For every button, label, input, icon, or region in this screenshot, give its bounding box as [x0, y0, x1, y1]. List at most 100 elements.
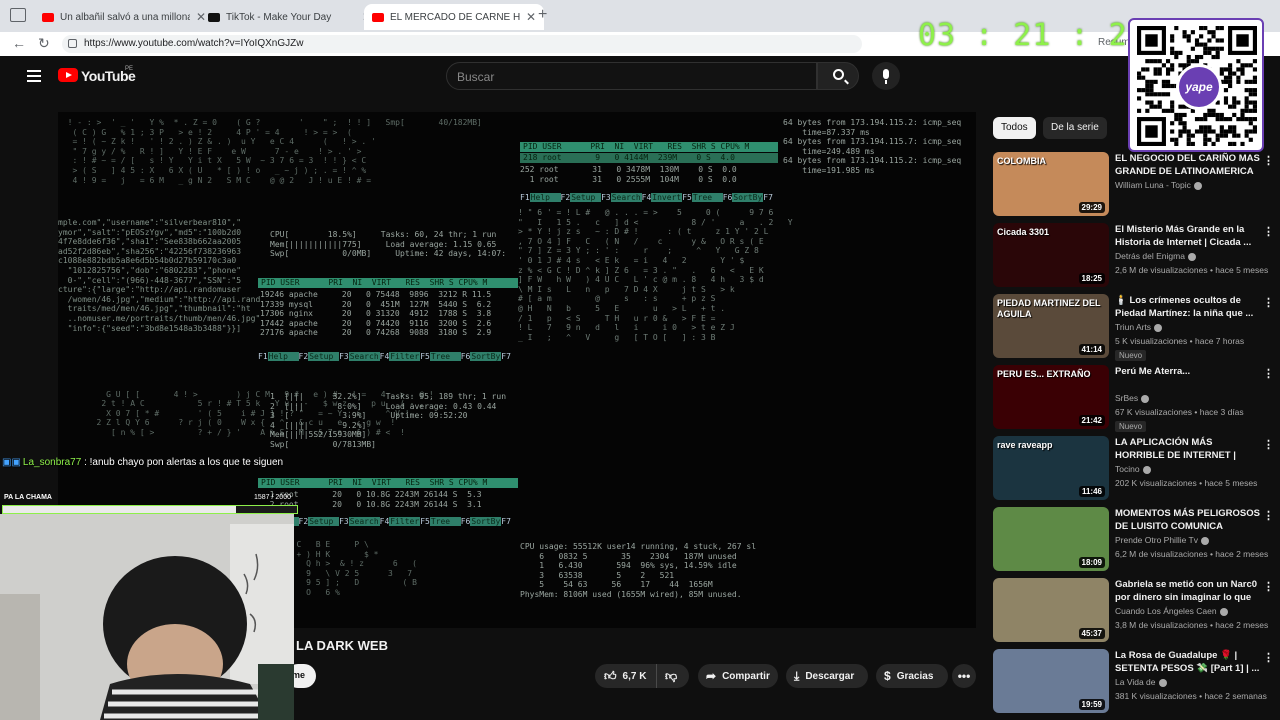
tab-list-icon[interactable] [10, 8, 26, 22]
recommendation-channel[interactable]: Triun Arts [1115, 322, 1163, 332]
share-button[interactable]: ➦ Compartir [698, 664, 778, 688]
new-badge: Nuevo [1115, 421, 1147, 432]
yape-logo: yape [1176, 64, 1222, 110]
chat-badge-icon: ▣▣ [2, 457, 21, 468]
verified-icon [1154, 323, 1163, 332]
video-thumbnail[interactable]: 19:59 [993, 649, 1109, 713]
more-options-icon[interactable]: ⋮ [1263, 367, 1274, 380]
htop-header-text: 1 [||| 32.2%] Tasks: 95, 189 thr; 1 run … [270, 392, 507, 449]
search-icon [833, 69, 844, 80]
recommendation-item[interactable]: 19:59 La Rosa de Guadalupe 🌹 | SETENTA PE… [993, 649, 1274, 713]
recommendation-item[interactable]: 45:37 Gabriela se metió con un Narc0 por … [993, 578, 1274, 642]
browser-tab-1[interactable]: Un albañil salvó a una millonaria ✕ [34, 4, 214, 30]
thumbs-down-icon[interactable]: 👎︎ [665, 669, 677, 684]
chip-de-la-serie[interactable]: De la serie [1043, 117, 1107, 139]
thanks-label: Gracias [896, 670, 934, 682]
download-button[interactable]: ⤓ Descargar [786, 664, 868, 688]
recommendation-meta: 67 K visualizaciones • hace 3 días [1115, 407, 1244, 417]
verified-icon [1201, 536, 1209, 545]
video-thumbnail[interactable]: PERU ES... EXTRAÑO 21:42 [993, 365, 1109, 429]
more-options-icon[interactable]: ⋮ [1263, 296, 1274, 309]
video-thumbnail[interactable]: PIEDAD MARTINEZ DEL AGUILA 41:14 [993, 294, 1109, 358]
channel-name: La Vida de [1115, 677, 1156, 687]
video-thumbnail[interactable]: 45:37 [993, 578, 1109, 642]
more-icon: ••• [957, 669, 971, 683]
recommendation-item[interactable]: 18:09 MOMENTOS MÁS PELIGROSOS DE LUISITO … [993, 507, 1274, 571]
channel-name: Triun Arts [1115, 322, 1152, 332]
chat-text: : !anub chayo pon alertas a los que te s… [84, 457, 284, 468]
menu-icon[interactable] [27, 70, 41, 82]
voice-search-icon[interactable] [872, 62, 900, 90]
recommendation-item[interactable]: Cicada 3301 18:25 El Misterio Más Grande e… [993, 223, 1274, 287]
recommendation-title[interactable]: EL NEGOCIO DEL CARIÑO MAS GRANDE DE LATI… [1115, 152, 1261, 178]
htop-header-text: CPU[ 18.5%] Tasks: 60, 24 thr; 1 run Mem… [270, 230, 507, 259]
tab-title: TikTok - Make Your Day [226, 11, 332, 23]
recommendation-item[interactable]: COLOMBIA 29:29 EL NEGOCIO DEL CARIÑO MAS G… [993, 152, 1274, 216]
channel-name: Prende Otro Phillie Tv [1115, 535, 1198, 545]
download-label: Descargar [805, 670, 855, 682]
video-thumbnail[interactable]: rave raveapp 11:46 [993, 436, 1109, 500]
more-options-icon[interactable]: ⋮ [1263, 438, 1274, 451]
recommendation-title[interactable]: El Misterio Más Grande en la Historia de… [1115, 223, 1261, 249]
terminal-json-text: mple.com","username":"silverbear810"," y… [58, 218, 261, 333]
more-options-icon[interactable]: ⋮ [1263, 580, 1274, 593]
verified-icon [1193, 181, 1202, 190]
ping-output-text: 64 bytes from 173.194.115.2: icmp_seq ti… [783, 118, 962, 175]
recommendation-channel[interactable]: William Luna - Topic [1115, 180, 1202, 190]
back-arrow-icon[interactable]: ← [12, 35, 26, 51]
recommendation-channel[interactable]: La Vida de [1115, 677, 1167, 687]
new-badge: Nuevo [1115, 350, 1147, 361]
thumbnail-text: PIEDAD MARTINEZ DEL AGUILA [997, 298, 1101, 319]
recommendation-title[interactable]: MOMENTOS MÁS PELIGROSOS DE LUISITO COMUN… [1115, 507, 1261, 533]
recommendation-item[interactable]: PIEDAD MARTINEZ DEL AGUILA 41:14 🕯️ Los cr… [993, 294, 1274, 361]
video-thumbnail[interactable]: Cicada 3301 18:25 [993, 223, 1109, 287]
video-thumbnail[interactable]: 18:09 [993, 507, 1109, 571]
more-options-icon[interactable]: ⋮ [1263, 154, 1274, 167]
recommendation-item[interactable]: rave raveapp 11:46 LA APLICACIÓN MÁS HORRI… [993, 436, 1274, 500]
search-input[interactable]: Buscar [446, 62, 817, 90]
more-options-icon[interactable]: ⋮ [1263, 509, 1274, 522]
thanks-button[interactable]: $ Gracias [876, 664, 948, 688]
verified-icon [1219, 607, 1228, 616]
htop-function-keys: F1Help F2Setup F3SearchF4InvertF5Tree F6… [520, 193, 773, 202]
more-actions-button[interactable]: ••• [952, 664, 976, 688]
recommendation-title[interactable]: Gabriela se metió con un Narc0 por diner… [1115, 578, 1261, 604]
recommendation-title[interactable]: 🕯️ Los crímenes ocultos de Piedad Martín… [1115, 294, 1261, 320]
recommendation-item[interactable]: PERU ES... EXTRAÑO 21:42 Perú Me Aterra...… [993, 365, 1274, 432]
youtube-masthead: YouTube PE Buscar [8, 56, 1280, 98]
chat-message: ▣▣ La_sonbra77 : !anub chayo pon alertas … [2, 457, 283, 468]
recommendation-title[interactable]: Perú Me Aterra... [1115, 365, 1261, 378]
channel-name: William Luna - Topic [1115, 180, 1191, 190]
thumbs-up-icon: 👍︎ [604, 668, 617, 683]
htop-function-keys: F1Help F2Setup F3SearchF4FilterF5Tree F6… [258, 352, 511, 361]
more-options-icon[interactable]: ⋮ [1263, 651, 1274, 664]
browser-tab-3[interactable]: EL MERCADO DE CARNE HUMANA ✕ [364, 4, 545, 30]
reload-icon[interactable]: ↻ [38, 35, 50, 52]
video-title: LA DARK WEB [296, 638, 388, 653]
site-info-icon[interactable] [68, 39, 77, 48]
recommendation-channel[interactable]: Prende Otro Phillie Tv [1115, 535, 1209, 545]
terminal-matrix-text: ! - : > ' _ ' Y % * . Z = 0 ( G ? ' " ; … [67, 118, 482, 185]
video-duration: 18:09 [1078, 557, 1105, 568]
url-field[interactable]: https://www.youtube.com/watch?v=IYoIQXnG… [62, 35, 862, 53]
browser-tab-2[interactable]: TikTok - Make Your Day ✕ [200, 4, 380, 30]
yape-qr-code: yape [1128, 18, 1264, 152]
thumbnail-text: PERU ES... EXTRAÑO [997, 369, 1091, 379]
recommendation-channel[interactable]: Cuando Los Ángeles Caen [1115, 606, 1228, 616]
recommendation-title[interactable]: LA APLICACIÓN MÁS HORRIBLE DE INTERNET |… [1115, 436, 1261, 462]
recommendation-title[interactable]: La Rosa de Guadalupe 🌹 | SETENTA PESOS 💸… [1115, 649, 1261, 675]
new-tab-icon[interactable]: + [538, 6, 547, 24]
video-thumbnail[interactable]: COLOMBIA 29:29 [993, 152, 1109, 216]
close-tab-icon[interactable]: ✕ [526, 10, 536, 24]
video-duration: 29:29 [1078, 202, 1105, 213]
youtube-logo-icon[interactable] [58, 68, 78, 82]
recommendation-meta: 202 K visualizaciones • hace 5 meses [1115, 478, 1258, 488]
chip-todos[interactable]: Todos [993, 117, 1036, 139]
recommendation-channel[interactable]: Tocino [1115, 464, 1151, 474]
more-options-icon[interactable]: ⋮ [1263, 225, 1274, 238]
like-button[interactable]: 👍︎ 6,7 K [595, 664, 657, 688]
search-button[interactable] [817, 62, 859, 90]
recommendation-channel[interactable]: SrBes [1115, 393, 1150, 403]
recommendation-channel[interactable]: Detrás del Enigma [1115, 251, 1196, 261]
channel-name: Cuando Los Ángeles Caen [1115, 606, 1217, 616]
